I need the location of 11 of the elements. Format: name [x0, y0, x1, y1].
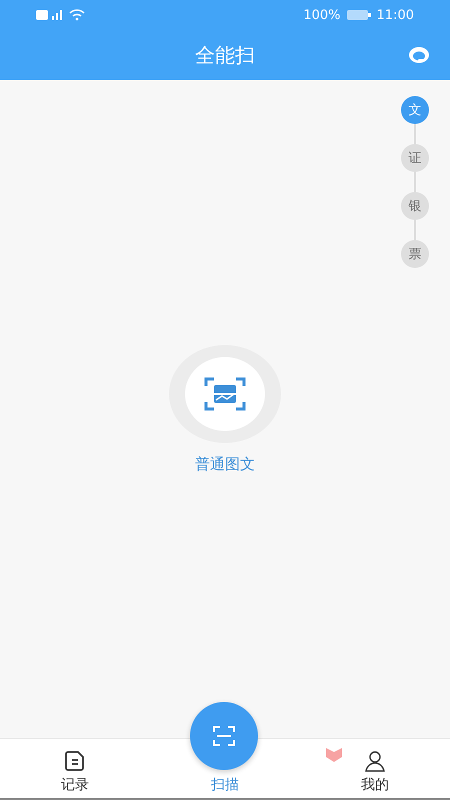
nav-tab[interactable]: 记录 — [57, 750, 93, 798]
category-tab[interactable]: 票 — [401, 240, 429, 268]
battery-percent: 100% — [303, 8, 341, 22]
nav-tab[interactable]: 扫描 — [207, 776, 243, 798]
category-tab[interactable]: 银 — [401, 192, 429, 220]
scan-mode-label: 普通图文 — [195, 455, 255, 474]
category-tab[interactable]: 文 — [401, 96, 429, 124]
category-tab[interactable]: 证 — [401, 144, 429, 172]
clock: 11:00 — [376, 8, 414, 22]
nav-tab[interactable]: 我的 — [357, 750, 393, 798]
app-title: 全能扫 — [195, 42, 255, 68]
